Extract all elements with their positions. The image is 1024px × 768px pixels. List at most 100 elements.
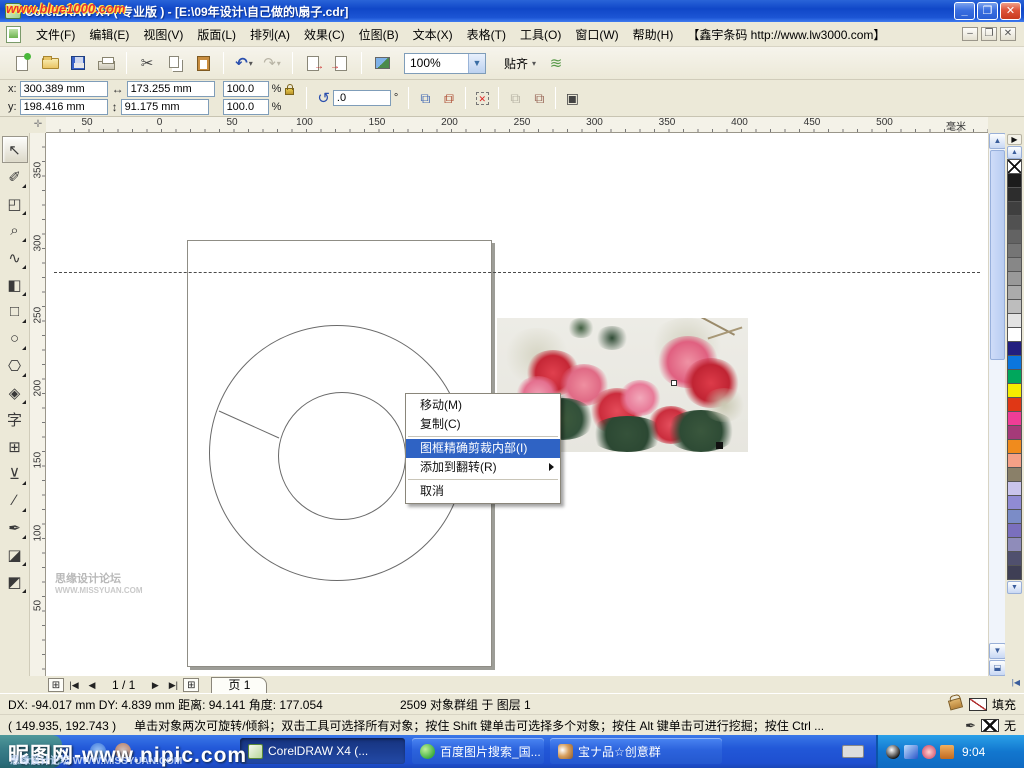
eyedropper-tool[interactable]: ∕ [2,487,28,514]
mirror-vertical-icon[interactable]: ⧉ [437,86,461,110]
color-swatch[interactable] [1007,215,1022,230]
color-swatch[interactable] [1007,299,1022,314]
color-swatch[interactable] [1007,411,1022,426]
menu-item-2[interactable]: 视图(V) [136,23,190,46]
interactive-fill-tool[interactable]: ◩ [2,568,28,595]
previous-page-icon[interactable]: ◀ [84,678,100,692]
scale-x-field[interactable] [223,81,269,97]
menu-item-3[interactable]: 版面(L) [190,23,243,46]
freehand-tool[interactable]: ∿ [2,244,28,271]
color-swatch[interactable] [1007,383,1022,398]
scroll-down-icon[interactable]: ▼ [989,643,1006,659]
last-page-icon[interactable]: ▶| [165,678,181,692]
context-menu-item-2[interactable]: 图框精确剪裁内部(I) [406,439,560,458]
color-swatch[interactable] [1007,509,1022,524]
rotation-angle-field[interactable] [333,90,391,106]
inner-circle-shape[interactable] [278,392,406,520]
cut-icon[interactable]: ✂ [135,51,159,75]
polygon-tool[interactable]: ⎔ [2,352,28,379]
width-field[interactable] [127,81,215,97]
color-swatch[interactable] [1007,453,1022,468]
color-swatch[interactable] [1007,271,1022,286]
scale-y-field[interactable] [223,99,269,115]
pick-tool[interactable]: ↖ [2,136,28,163]
color-swatch[interactable] [1007,341,1022,356]
options-icon[interactable]: ≋ [544,51,568,75]
palette-scroll-up-icon[interactable]: ▲ [1007,146,1022,159]
zoom-dropdown-icon[interactable]: ▼ [468,54,485,73]
dictionary-tray-icon[interactable] [940,745,954,759]
zoom-level-combo[interactable]: 100% ▼ [404,53,486,74]
export-icon[interactable]: → [329,51,353,75]
ellipse-tool[interactable]: ○ [2,325,28,352]
smart-fill-tool[interactable]: ◧ [2,271,28,298]
color-swatch[interactable] [1007,187,1022,202]
doc-close-button[interactable]: ✕ [1000,27,1016,41]
palette-scroll-down-icon[interactable]: ▼ [1007,581,1022,594]
remove-transform-icon[interactable]: ✕ [470,86,494,110]
paste-icon[interactable] [191,51,215,75]
next-page-icon[interactable]: ▶ [147,678,163,692]
app-launcher-icon[interactable] [370,51,394,75]
color-swatch[interactable] [1007,537,1022,552]
minimize-button[interactable]: _ [954,2,975,20]
menu-item-7[interactable]: 文本(X) [406,23,460,46]
horizontal-ruler[interactable]: 50050100150200250300350400450500毫米 [46,117,988,133]
keyboard-layout-icon[interactable] [842,745,864,758]
menu-item-0[interactable]: 文件(F) [29,23,82,46]
taskbar-task-baidu[interactable]: 百度图片搜索_国... [412,738,544,764]
horizontal-guideline[interactable] [54,272,980,273]
pan-page-icon[interactable]: ⬓ [989,660,1006,676]
add-page-after-icon[interactable]: ⊞ [183,678,199,692]
color-swatch[interactable] [1007,243,1022,258]
security-tray-icon[interactable] [922,745,936,759]
menu-item-10[interactable]: 窗口(W) [568,23,625,46]
no-color-swatch[interactable] [1007,159,1022,174]
context-menu-item-3[interactable]: 添加到翻转(R) [406,458,560,477]
drawing-canvas[interactable]: 思缘设计论坛WWW.MISSYUAN.COM 移动(M)复制( [46,133,988,676]
y-position-field[interactable] [20,99,108,115]
color-swatch[interactable] [1007,425,1022,440]
scroll-up-icon[interactable]: ▲ [989,133,1006,149]
selection-handle[interactable] [716,442,723,449]
undo-icon[interactable]: ↶▾ [232,51,256,75]
context-menu-item-4[interactable]: 取消 [406,482,560,501]
menu-item-4[interactable]: 排列(A) [243,23,297,46]
doc-minimize-button[interactable]: – [962,27,978,41]
zoom-tool[interactable]: ⌕ [2,217,28,244]
mirror-horizontal-icon[interactable]: ⧉ [413,86,437,110]
color-swatch[interactable] [1007,397,1022,412]
color-swatch[interactable] [1007,327,1022,342]
snap-to-button[interactable]: 贴齐▾ [500,52,540,75]
menu-item-6[interactable]: 位图(B) [352,23,406,46]
color-swatch[interactable] [1007,467,1022,482]
restore-button[interactable]: ❐ [977,2,998,20]
color-swatch[interactable] [1007,565,1022,580]
close-button[interactable]: ✕ [1000,2,1021,20]
lock-ratio-icon[interactable] [285,88,294,95]
to-front-icon[interactable]: ▣ [560,86,584,110]
color-swatch[interactable] [1007,201,1022,216]
menu-item-5[interactable]: 效果(C) [297,23,352,46]
first-page-icon[interactable]: |◀ [66,678,82,692]
page-tab[interactable]: 页 1 [211,677,267,693]
color-swatch[interactable] [1007,355,1022,370]
color-swatch[interactable] [1007,229,1022,244]
import-icon[interactable]: → [301,51,325,75]
doc-restore-button[interactable]: ❐ [981,27,997,41]
palette-expand-icon[interactable]: |◀ [1012,678,1020,687]
selection-node[interactable] [671,380,677,386]
height-field[interactable] [121,99,209,115]
qq-tray-icon[interactable] [886,745,900,759]
crop-tool[interactable]: ◰ [2,190,28,217]
redo-icon[interactable]: ↷▾ [260,51,284,75]
menu-item-1[interactable]: 编辑(E) [82,23,136,46]
outline-pen-tool[interactable]: ✒ [2,514,28,541]
new-icon[interactable] [10,51,34,75]
basic-shapes-tool[interactable]: ◈ [2,379,28,406]
x-position-field[interactable] [20,81,108,97]
shape-tool[interactable]: ✐ [2,163,28,190]
color-swatch[interactable] [1007,285,1022,300]
menu-item-9[interactable]: 工具(O) [513,23,568,46]
rectangle-tool[interactable]: □ [2,298,28,325]
